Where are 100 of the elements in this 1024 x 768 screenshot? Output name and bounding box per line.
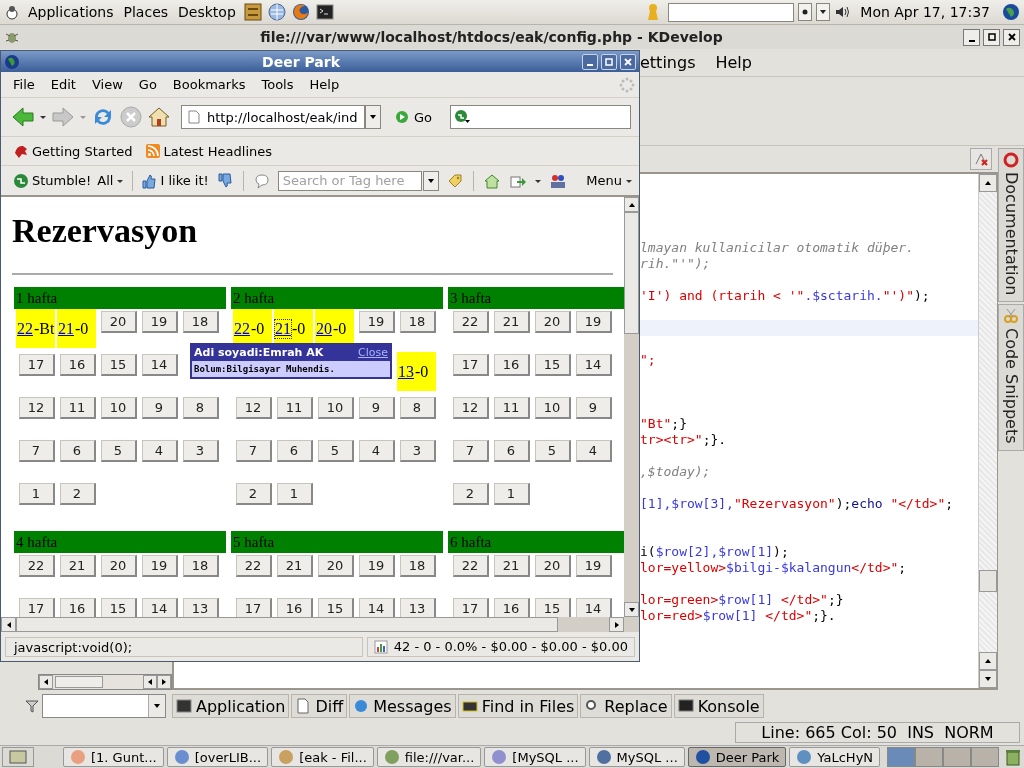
taskbar-item[interactable]: [overLIB... — [166, 747, 269, 767]
horizontal-scrollbar[interactable] — [1, 617, 639, 632]
globe-icon[interactable] — [1002, 3, 1020, 21]
day-button[interactable]: 3 — [182, 440, 219, 462]
scroll-down-icon[interactable] — [984, 675, 992, 683]
day-button[interactable]: 18 — [399, 555, 436, 577]
day-button[interactable]: 2 — [59, 483, 96, 505]
day-button[interactable]: 7 — [235, 440, 272, 462]
home-icon[interactable] — [147, 105, 171, 129]
search-field[interactable] — [450, 105, 631, 129]
scroll-right-icon[interactable] — [160, 678, 168, 686]
day-button[interactable]: 16 — [493, 598, 530, 617]
day-button[interactable]: 4 — [358, 440, 395, 462]
day-button[interactable]: 19 — [141, 555, 178, 577]
scroll-up-icon[interactable] — [984, 179, 992, 187]
day-button[interactable]: 20 — [317, 555, 354, 577]
day-button[interactable]: 15 — [534, 354, 571, 376]
scrollbar-thumb[interactable] — [624, 212, 639, 334]
thumbs-down-icon[interactable] — [216, 172, 233, 189]
taskbar-item[interactable]: [1. Gunt... — [63, 747, 164, 767]
speaker-icon[interactable] — [834, 4, 851, 20]
tool-tab[interactable]: Messages — [349, 694, 456, 718]
day-button[interactable]: 7 — [18, 440, 55, 462]
day-button[interactable]: 16 — [493, 354, 530, 376]
day-button[interactable]: 17 — [452, 354, 489, 376]
day-button[interactable]: 19 — [575, 555, 612, 577]
day-button[interactable]: 21 — [493, 311, 530, 333]
day-button[interactable]: 9 — [141, 397, 178, 419]
day-button[interactable]: 22 — [452, 311, 489, 333]
day-button[interactable]: 14 — [358, 598, 395, 617]
day-button[interactable]: 11 — [59, 397, 96, 419]
day-button[interactable]: 11 — [276, 397, 313, 419]
day-button[interactable]: 10 — [317, 397, 354, 419]
close-button[interactable] — [1003, 28, 1020, 46]
day-button[interactable]: 14 — [141, 598, 178, 617]
side-tab[interactable]: Documentation — [998, 148, 1024, 303]
day-button[interactable]: 1 — [18, 483, 55, 505]
all-dropdown[interactable]: All — [97, 173, 125, 188]
day-link[interactable]: 21 — [274, 318, 292, 339]
day-button[interactable]: 9 — [358, 397, 395, 419]
day-button[interactable]: 21 — [493, 555, 530, 577]
side-tab[interactable]: Code Snippets — [998, 304, 1024, 451]
day-button[interactable]: 1 — [276, 483, 313, 505]
caret-icon[interactable] — [39, 113, 47, 121]
tool-tab[interactable]: Application — [172, 694, 290, 718]
scroll-right-icon[interactable] — [612, 620, 621, 629]
stumble-button[interactable]: Stumble! — [13, 172, 92, 189]
day-button[interactable]: 6 — [493, 440, 530, 462]
day-button[interactable]: 17 — [452, 598, 489, 617]
menu-item[interactable]: Help — [301, 77, 348, 92]
go-button[interactable]: Go — [389, 109, 439, 125]
day-button[interactable]: 16 — [59, 598, 96, 617]
dropdown-button[interactable] — [816, 3, 831, 21]
panel-input-field[interactable] — [668, 2, 795, 22]
day-button[interactable]: 19 — [358, 555, 395, 577]
day-button[interactable]: 6 — [59, 440, 96, 462]
day-button[interactable]: 14 — [575, 598, 612, 617]
day-button[interactable]: 4 — [141, 440, 178, 462]
taskbar-item[interactable]: YaLcHyN — [789, 747, 881, 767]
taskbar-item[interactable]: file:///var... — [376, 747, 482, 767]
day-button[interactable]: 17 — [18, 598, 55, 617]
day-button[interactable]: 5 — [534, 440, 571, 462]
trash-icon[interactable] — [1004, 748, 1022, 766]
day-button[interactable]: 15 — [100, 598, 137, 617]
day-button[interactable]: 20 — [534, 311, 571, 333]
tool-tab[interactable]: Diff — [291, 694, 348, 718]
menu-item[interactable]: Go — [130, 77, 165, 92]
day-button[interactable]: 21 — [276, 555, 313, 577]
scroll-left-icon[interactable] — [42, 678, 50, 686]
day-button[interactable]: 20 — [534, 555, 571, 577]
day-button[interactable]: 19 — [358, 311, 395, 333]
day-button[interactable]: 4 — [575, 440, 612, 462]
cabinet-icon[interactable] — [243, 3, 262, 21]
vertical-scrollbar[interactable] — [624, 197, 639, 617]
dropdown-button[interactable] — [422, 170, 439, 191]
day-button[interactable]: 5 — [100, 440, 137, 462]
menu-dropdown[interactable]: Menu — [586, 173, 633, 188]
bookmark-link[interactable]: Latest Headlines — [144, 143, 273, 159]
day-button[interactable]: 13 — [182, 598, 219, 617]
menu-item[interactable]: Help — [715, 53, 752, 72]
day-button[interactable]: 20 — [100, 555, 137, 577]
day-button[interactable]: 15 — [100, 354, 137, 376]
day-button[interactable]: 12 — [235, 397, 272, 419]
taskbar-item[interactable]: [eak - Fil... — [271, 747, 374, 767]
day-link[interactable]: 21 — [57, 318, 75, 339]
filter-icon[interactable] — [24, 698, 40, 714]
day-button[interactable]: 3 — [399, 440, 436, 462]
tool-tab[interactable]: Replace — [580, 694, 672, 718]
day-button[interactable]: 8 — [399, 397, 436, 419]
home-icon[interactable] — [483, 172, 500, 189]
dot-button[interactable] — [798, 3, 813, 21]
day-button[interactable]: 17 — [235, 598, 272, 617]
day-link[interactable]: 20 — [315, 318, 333, 339]
day-button[interactable]: 22 — [452, 555, 489, 577]
menu-item[interactable]: View — [83, 77, 131, 92]
day-button[interactable]: 2 — [235, 483, 272, 505]
day-button[interactable]: 16 — [59, 354, 96, 376]
menu-item[interactable]: Bookmarks — [164, 77, 254, 92]
scrollbar-thumb[interactable] — [55, 676, 103, 688]
menu-item[interactable]: Tools — [253, 77, 302, 92]
